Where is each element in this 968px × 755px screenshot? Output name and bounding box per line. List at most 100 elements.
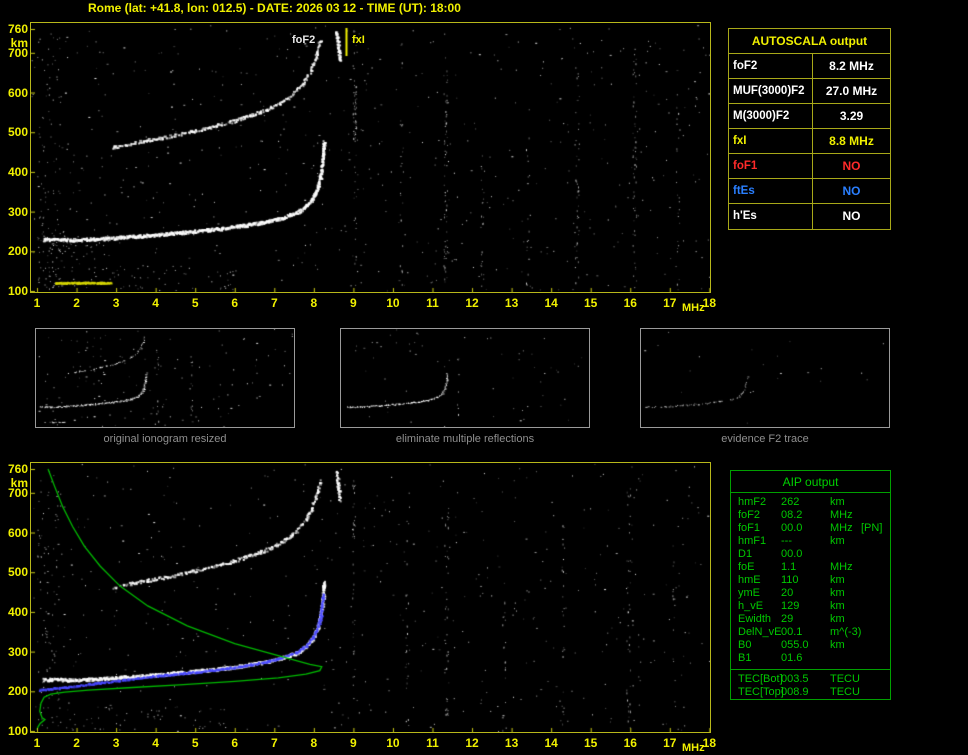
aip-unit: m^(-3) bbox=[830, 626, 862, 638]
autoscala-param-name: foF1 bbox=[729, 154, 813, 178]
aip-name: Ewidth bbox=[738, 613, 772, 625]
aip-row-yme: ymE 20 km bbox=[731, 587, 890, 600]
bottom-x-tick-2: 2 bbox=[73, 736, 80, 750]
bottom-x-tick-15: 15 bbox=[584, 736, 598, 750]
autoscala-row-muf-3000-f2: MUF(3000)F2 27.0 MHz bbox=[729, 79, 890, 104]
top-x-tick-8: 8 bbox=[310, 296, 318, 310]
thumbnail-eliminate-reflections bbox=[340, 328, 590, 428]
bottom-x-tick-16: 16 bbox=[623, 736, 637, 750]
aip-row-tec-top-: TEC[Top] 008.9 TECU bbox=[731, 686, 890, 699]
autoscala-param-value: 27.0 MHz bbox=[825, 84, 878, 98]
aip-name: TEC[Bot] bbox=[738, 673, 783, 685]
bottom-x-tick-13: 13 bbox=[504, 736, 519, 750]
thumbnail-canvas-original bbox=[36, 329, 294, 427]
autoscala-param-value: NO bbox=[842, 159, 861, 173]
bottom-x-tick-10: 10 bbox=[386, 736, 400, 750]
autoscala-param-name: h'Es bbox=[729, 204, 813, 229]
aip-name: foF2 bbox=[738, 509, 761, 521]
top-x-tick-16: 16 bbox=[623, 296, 637, 310]
bottom-x-tick-14: 14 bbox=[544, 736, 558, 750]
top-x-tick-1: 1 bbox=[33, 296, 41, 310]
autoscala-param-name: ftEs bbox=[729, 179, 813, 203]
bottom-y-tick-600: 600 bbox=[7, 525, 28, 540]
top-y-unit-label: km bbox=[10, 36, 28, 50]
bottom-y-unit-label: km bbox=[10, 476, 28, 490]
aip-unit: TECU bbox=[830, 673, 860, 685]
autoscala-table-rows: foF2 8.2 MHz MUF(3000)F2 27.0 MHz M(3000)F2 3… bbox=[729, 54, 890, 229]
aip-row-d1: D1 00.0 bbox=[731, 548, 890, 561]
aip-value: 008.9 bbox=[781, 686, 809, 698]
aip-name: B0 bbox=[738, 639, 752, 651]
thumbnail-caption-original: original ionogram resized bbox=[103, 433, 227, 445]
aip-row-fof2: foF2 08.2 MHz bbox=[731, 509, 890, 522]
aip-unit: km bbox=[830, 600, 845, 612]
aip-name: hmE bbox=[738, 574, 761, 586]
aip-unit: km bbox=[830, 639, 845, 651]
aip-value: 01.6 bbox=[781, 652, 803, 664]
aip-value: 1.1 bbox=[781, 561, 797, 573]
thumbnail-original-ionogram bbox=[35, 328, 295, 428]
autoscala-output-table: AUTOSCALA output foF2 8.2 MHz MUF(3000)F2 2… bbox=[728, 28, 891, 230]
bottom-y-tick-760: 760 bbox=[7, 462, 28, 476]
thumbnail-caption-f2trace: evidence F2 trace bbox=[721, 433, 809, 445]
autoscala-row-fof1: foF1 NO bbox=[729, 154, 890, 179]
autoscala-param-value: NO bbox=[842, 184, 861, 198]
bottom-x-tick-12: 12 bbox=[465, 736, 479, 750]
aip-name: ymE bbox=[738, 587, 760, 599]
bottom-y-tick-200: 200 bbox=[7, 684, 28, 699]
bottom-x-unit-label: MHz bbox=[682, 742, 705, 754]
bottom-y-tick-500: 500 bbox=[7, 565, 28, 580]
top-x-unit-label: MHz bbox=[682, 302, 705, 314]
autoscala-screen: Rome (lat: +41.8, lon: 012.5) - DATE: 20… bbox=[0, 0, 968, 755]
aip-unit: km bbox=[830, 613, 845, 625]
aip-unit: MHz bbox=[830, 561, 853, 573]
bottom-x-tick-3: 3 bbox=[112, 736, 120, 750]
aip-name: hmF1 bbox=[738, 535, 767, 547]
aip-value: 00.1 bbox=[781, 626, 803, 638]
aip-extra: [PN] bbox=[861, 522, 883, 534]
autoscala-row-m-3000-f2: M(3000)F2 3.29 bbox=[729, 104, 890, 129]
top-y-tick-600: 600 bbox=[7, 85, 28, 100]
ionogram-canvas-top bbox=[31, 23, 710, 292]
top-x-tick-3: 3 bbox=[112, 296, 120, 310]
aip-name: foE bbox=[738, 561, 755, 573]
aip-row-h-ve: h_vE 129 km bbox=[731, 600, 890, 613]
aip-tec-separator bbox=[731, 669, 890, 670]
aip-name: DelN_vE bbox=[738, 626, 782, 638]
top-y-tick-200: 200 bbox=[7, 244, 28, 259]
top-x-tick-12: 12 bbox=[465, 296, 479, 310]
aip-row-b1: B1 01.6 bbox=[731, 652, 890, 665]
aip-value: 20 bbox=[781, 587, 794, 599]
autoscala-param-name: M(3000)F2 bbox=[729, 104, 813, 128]
aip-value: 00.0 bbox=[781, 522, 803, 534]
top-y-tick-500: 500 bbox=[7, 125, 28, 140]
aip-value: 29 bbox=[781, 613, 794, 625]
aip-unit: MHz bbox=[830, 522, 853, 534]
aip-tec-rows: TEC[Bot] 003.5 TECU TEC[Top] 008.9 TECU bbox=[731, 673, 890, 699]
aip-unit: km bbox=[830, 496, 845, 508]
top-x-tick-9: 9 bbox=[350, 296, 357, 310]
top-y-tick-400: 400 bbox=[7, 164, 28, 179]
top-x-tick-2: 2 bbox=[73, 296, 80, 310]
autoscala-param-value: NO bbox=[842, 209, 861, 223]
top-x-tick-13: 13 bbox=[504, 296, 519, 310]
aip-row-hmf1: hmF1 --- km bbox=[731, 535, 890, 548]
autoscala-param-value: 8.8 MHz bbox=[829, 134, 874, 148]
autoscala-param-value: 8.2 MHz bbox=[829, 59, 874, 73]
aip-row-fof1: foF1 00.0 MHz [PN] bbox=[731, 522, 890, 535]
aip-value: 055.0 bbox=[781, 639, 809, 651]
aip-unit: TECU bbox=[830, 686, 860, 698]
autoscala-param-name: foF2 bbox=[729, 54, 813, 78]
fxI-trace-label: fxI bbox=[352, 34, 365, 46]
aip-unit: km bbox=[830, 587, 845, 599]
aip-unit: MHz bbox=[830, 509, 853, 521]
aip-value: 003.5 bbox=[781, 673, 809, 685]
ionogram-panel-bottom bbox=[30, 462, 711, 733]
bottom-x-tick-4: 4 bbox=[152, 736, 159, 750]
top-y-tick-760: 760 bbox=[7, 22, 28, 36]
aip-name: h_vE bbox=[738, 600, 764, 612]
bottom-y-tick-400: 400 bbox=[7, 604, 28, 619]
aip-value: --- bbox=[781, 535, 792, 547]
aip-row-hme: hmE 110 km bbox=[731, 574, 890, 587]
aip-name: foF1 bbox=[738, 522, 761, 534]
